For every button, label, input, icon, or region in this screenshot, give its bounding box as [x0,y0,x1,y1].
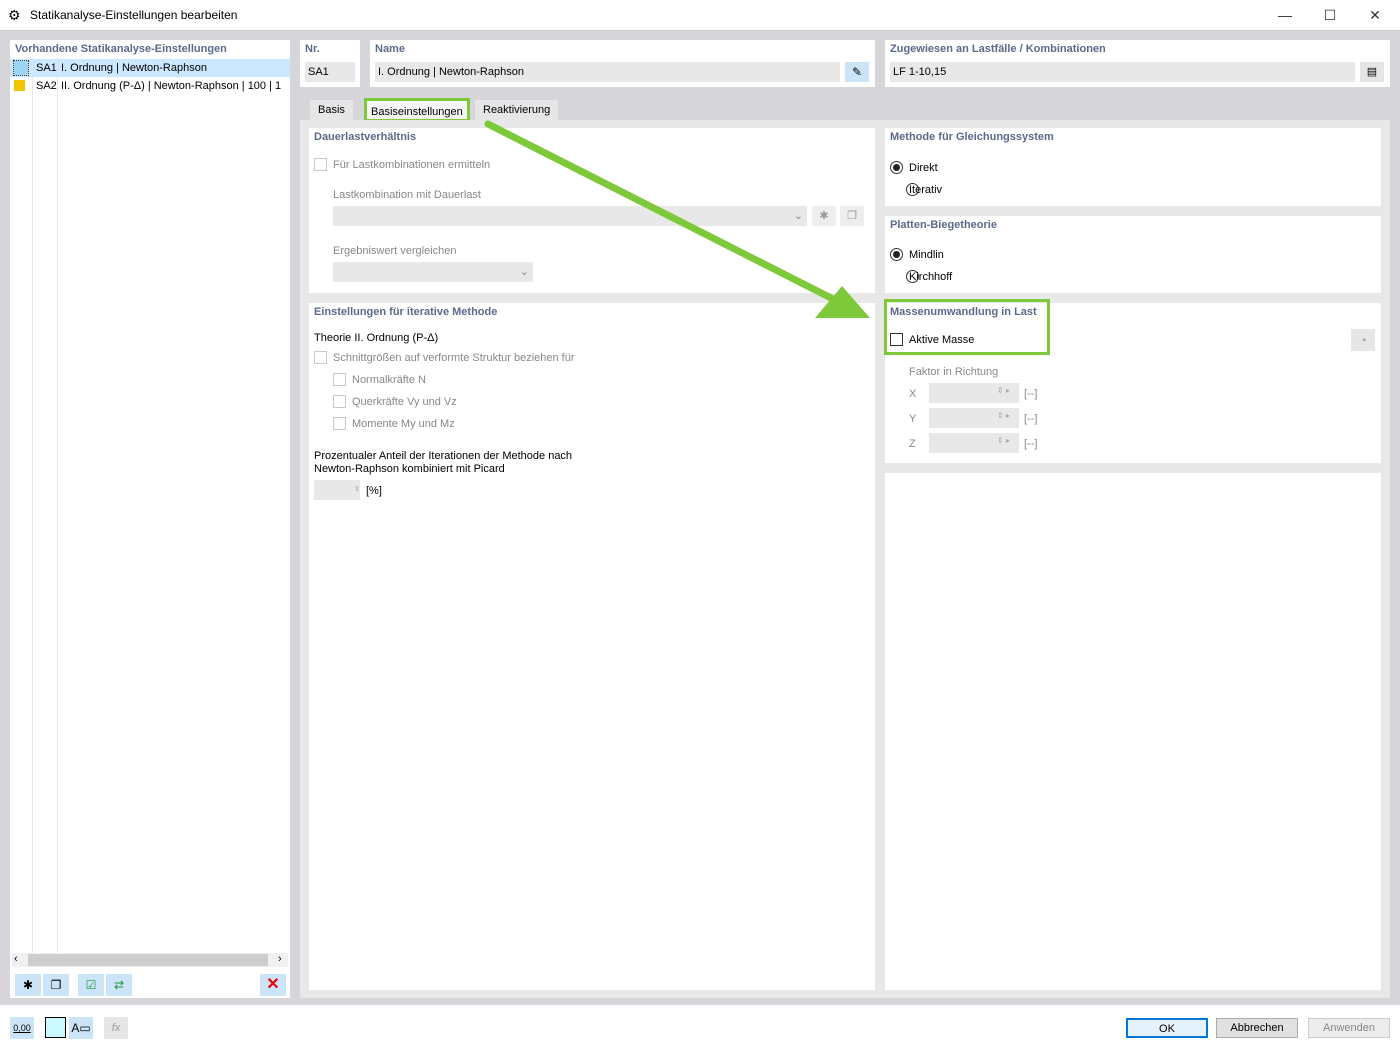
apply-button[interactable]: Anwenden [1308,1018,1390,1038]
cancel-button[interactable]: Abbrechen [1216,1018,1298,1038]
footer-bar: 0,00 A▭ fx OK Abbrechen Anwenden [0,1005,1400,1050]
display-settings-icon[interactable]: A▭ [69,1017,93,1039]
ok-button[interactable]: OK [1126,1018,1208,1038]
color-scheme-icon[interactable] [45,1017,66,1038]
arrow-shaft [484,120,839,304]
decimal-places-icon[interactable]: 0,00 [10,1017,34,1039]
formula-icon[interactable]: fx [104,1017,128,1039]
annotation-arrow [484,120,870,318]
